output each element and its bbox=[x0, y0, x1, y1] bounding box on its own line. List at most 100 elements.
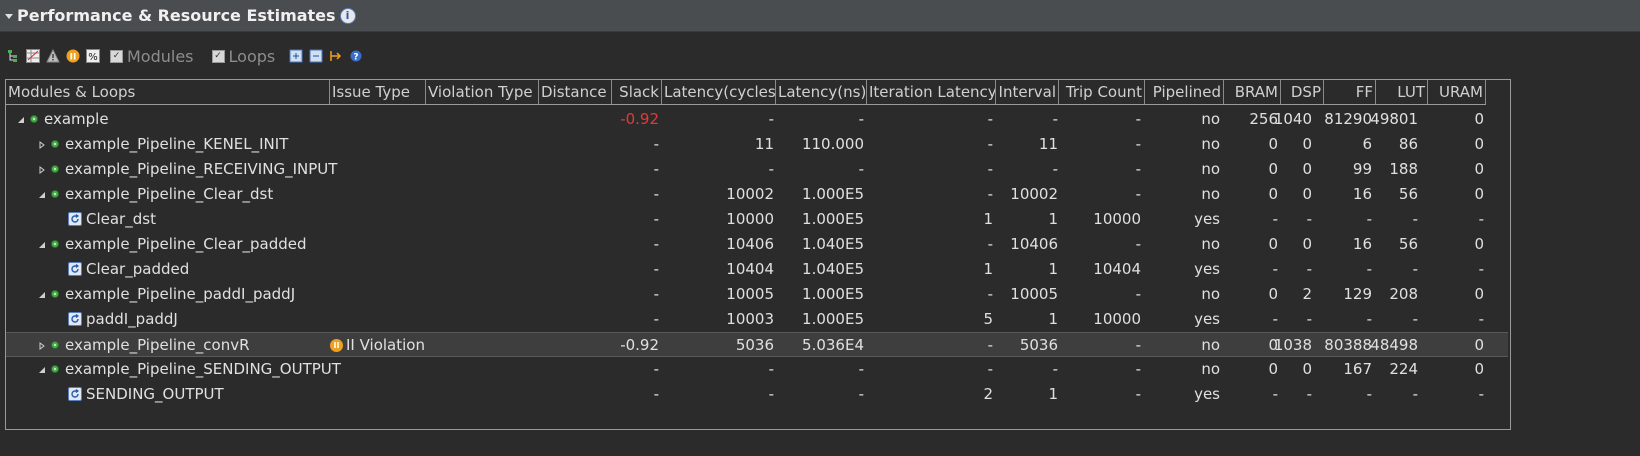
module-row[interactable]: example_Pipeline_SENDING_OUTPUT - - - - - - no 0… bbox=[6, 357, 1508, 382]
svg-text:?: ? bbox=[354, 53, 359, 63]
uram-cell: 0 bbox=[1474, 235, 1484, 253]
slack-cell: - bbox=[653, 360, 659, 378]
row-name: Clear_dst bbox=[86, 210, 156, 228]
module-row[interactable]: example -0.92- - - - - no 256 1040 81290 49801 0 bbox=[6, 107, 1508, 132]
lat-ns-cell: - bbox=[858, 385, 864, 403]
info-icon[interactable]: i bbox=[339, 7, 356, 24]
ii-violation-icon[interactable]: II bbox=[66, 49, 80, 63]
slack-cell: - bbox=[653, 260, 659, 278]
issue-type-label: II Violation bbox=[346, 336, 425, 354]
uram-cell: - bbox=[1478, 260, 1484, 278]
lat-ns-cell: 1.000E5 bbox=[802, 310, 864, 328]
estimates-table[interactable]: Modules & Loops Issue Type Violation Type D… bbox=[5, 79, 1511, 430]
row-name: example_Pipeline_KENEL_INIT bbox=[65, 135, 289, 153]
table-view-icon[interactable] bbox=[26, 49, 40, 63]
row-name: example_Pipeline_paddI_paddJ bbox=[65, 285, 296, 303]
uram-cell: - bbox=[1478, 310, 1484, 328]
module-status-icon bbox=[30, 115, 38, 123]
slack-cell: - bbox=[653, 210, 659, 228]
column-header-latency-cycles[interactable]: Latency(cycles) bbox=[662, 80, 776, 104]
slack-cell: - bbox=[653, 310, 659, 328]
expanded-arrow-icon[interactable] bbox=[16, 107, 26, 132]
column-header-issue-type[interactable]: Issue Type bbox=[330, 80, 426, 104]
column-header-distance[interactable]: Distance bbox=[539, 80, 612, 104]
loop-row[interactable]: SENDING_OUTPUT - - -2 1- yes - - - - - bbox=[6, 382, 1508, 407]
loops-label: Loops bbox=[228, 46, 276, 66]
column-header-iteration-latency[interactable]: Iteration Latency bbox=[867, 80, 996, 104]
uram-cell: 0 bbox=[1474, 160, 1484, 178]
column-header-latency-ns[interactable]: Latency(ns) bbox=[776, 80, 867, 104]
export-icon[interactable] bbox=[329, 49, 343, 63]
row-name: example_Pipeline_Clear_dst bbox=[65, 185, 274, 203]
loop-icon bbox=[68, 262, 82, 276]
expanded-arrow-icon[interactable] bbox=[37, 232, 47, 257]
module-row[interactable]: example_Pipeline_paddI_paddJ -10005 1.000E… bbox=[6, 282, 1508, 307]
slack-cell: - bbox=[653, 135, 659, 153]
slack-cell: - bbox=[653, 160, 659, 178]
percent-icon[interactable]: % bbox=[86, 49, 100, 63]
column-header-interval[interactable]: Interval bbox=[996, 80, 1059, 104]
lat-ns-cell: - bbox=[858, 160, 864, 178]
modules-checkbox[interactable]: ✓ Modules bbox=[110, 47, 194, 66]
row-name: example_Pipeline_convR bbox=[65, 336, 250, 354]
column-header-ff[interactable]: FF bbox=[1324, 80, 1376, 104]
uram-cell: - bbox=[1478, 210, 1484, 228]
row-name: example_Pipeline_Clear_padded bbox=[65, 235, 307, 253]
loop-row[interactable]: Clear_dst -10000 1.000E5 1 1 10000 yes - - - - - bbox=[6, 207, 1508, 232]
lat-ns-cell: - bbox=[858, 360, 864, 378]
module-status-icon bbox=[51, 140, 59, 148]
uram-cell: 0 bbox=[1474, 135, 1484, 153]
expanded-arrow-icon[interactable] bbox=[37, 182, 47, 207]
uram-cell: 0 bbox=[1474, 285, 1484, 303]
module-row[interactable]: example_Pipeline_Clear_padded -10406 1.040… bbox=[6, 232, 1508, 257]
collapsed-arrow-icon[interactable] bbox=[37, 132, 47, 157]
column-header-dsp[interactable]: DSP bbox=[1281, 80, 1324, 104]
expanded-arrow-icon[interactable] bbox=[37, 282, 47, 307]
warning-icon[interactable] bbox=[46, 49, 60, 63]
slack-cell: - bbox=[653, 285, 659, 303]
uram-cell: 0 bbox=[1474, 360, 1484, 378]
column-header-violation-type[interactable]: Violation Type bbox=[426, 80, 539, 104]
hierarchy-icon[interactable] bbox=[6, 49, 20, 63]
module-status-icon bbox=[51, 165, 59, 173]
column-header-uram[interactable]: URAM bbox=[1428, 80, 1486, 104]
row-name: paddI_paddJ bbox=[86, 310, 178, 328]
lat-ns-cell: 1.000E5 bbox=[802, 210, 864, 228]
section-header[interactable]: Performance & Resource Estimates i bbox=[0, 0, 1640, 32]
column-header-slack[interactable]: Slack bbox=[612, 80, 662, 104]
column-header-bram[interactable]: BRAM bbox=[1224, 80, 1281, 104]
module-row[interactable]: example_Pipeline_Clear_dst -10002 1.000E5-… bbox=[6, 182, 1508, 207]
module-status-icon bbox=[51, 365, 59, 373]
uram-cell: 0 bbox=[1474, 185, 1484, 203]
uram-cell: 0 bbox=[1474, 110, 1484, 128]
lat-ns-cell: 110.000 bbox=[801, 135, 864, 153]
module-row[interactable]: example_Pipeline_convR II II Violation -0.9… bbox=[6, 332, 1508, 357]
row-name: example_Pipeline_RECEIVING_INPUT bbox=[65, 160, 338, 178]
collapse-triangle-icon[interactable] bbox=[3, 10, 15, 22]
slack-cell: -0.92 bbox=[620, 336, 659, 354]
lat-ns-cell: 1.040E5 bbox=[802, 235, 864, 253]
module-status-icon bbox=[51, 240, 59, 248]
expand-all-icon[interactable] bbox=[289, 49, 303, 63]
help-icon[interactable]: ? bbox=[349, 49, 363, 63]
collapsed-arrow-icon[interactable] bbox=[37, 157, 47, 182]
lat-ns-cell: 1.000E5 bbox=[802, 285, 864, 303]
svg-text:II: II bbox=[70, 53, 77, 63]
module-status-icon bbox=[51, 341, 59, 349]
column-header-trip-count[interactable]: Trip Count bbox=[1059, 80, 1145, 104]
module-row[interactable]: example_Pipeline_RECEIVING_INPUT - - - - - - no… bbox=[6, 157, 1508, 182]
collapsed-arrow-icon[interactable] bbox=[37, 333, 47, 358]
ii-violation-icon: II bbox=[330, 339, 343, 352]
column-header-modules-loops[interactable]: Modules & Loops bbox=[6, 80, 330, 104]
slack-cell: - bbox=[653, 235, 659, 253]
column-header-lut[interactable]: LUT bbox=[1376, 80, 1428, 104]
module-row[interactable]: example_Pipeline_KENEL_INIT -11 110.000-11… bbox=[6, 132, 1508, 157]
loop-row[interactable]: Clear_padded -10404 1.040E5 1 1 10404 yes - - - - - bbox=[6, 257, 1508, 282]
expanded-arrow-icon[interactable] bbox=[37, 357, 47, 382]
collapse-all-icon[interactable] bbox=[309, 49, 323, 63]
issue-type-cell[interactable]: II II Violation bbox=[330, 333, 429, 358]
column-header-pipelined[interactable]: Pipelined bbox=[1145, 80, 1224, 104]
row-name: example_Pipeline_SENDING_OUTPUT bbox=[65, 360, 341, 378]
loop-row[interactable]: paddI_paddJ -10003 1.000E5 5 1 10000 yes - - - - - bbox=[6, 307, 1508, 332]
loops-checkbox[interactable]: ✓ Loops bbox=[211, 46, 276, 66]
